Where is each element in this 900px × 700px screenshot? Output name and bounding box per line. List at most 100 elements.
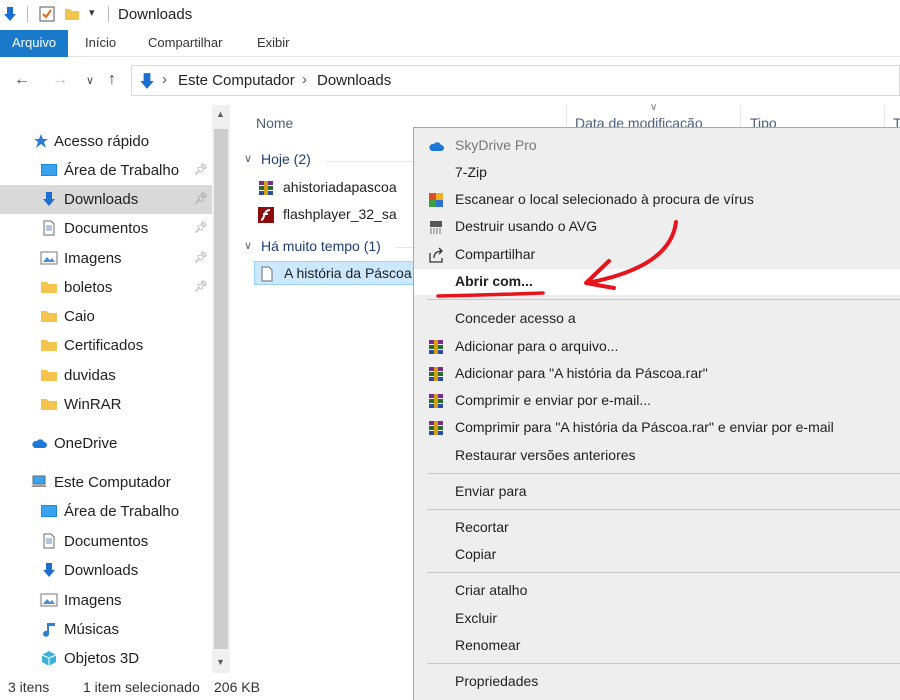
address-bar[interactable]: › Este Computador › Downloads <box>131 65 900 96</box>
column-header-name[interactable]: Nome <box>256 115 293 131</box>
menu-item-scan-virus[interactable]: Escanear o local selecionado à procura d… <box>414 187 900 213</box>
pin-icon[interactable]: 📌︎ <box>194 251 208 264</box>
file-row[interactable]: ahistoriadapascoa <box>254 176 414 200</box>
sidebar-item-certificados[interactable]: Certificados <box>0 331 212 360</box>
sidebar-item-caio[interactable]: Caio <box>0 302 212 331</box>
selection-size: 206 KB <box>214 679 260 695</box>
customize-toolbar-chevron-icon[interactable]: ▾ <box>89 6 95 19</box>
menu-item-compartilhar[interactable]: Compartilhar <box>414 242 900 268</box>
menu-separator <box>427 473 900 474</box>
tab-compartilhar[interactable]: Compartilhar <box>136 30 234 57</box>
back-arrow-icon[interactable]: ← <box>14 71 30 89</box>
sidebar-item-este-computador[interactable]: Este Computador <box>0 468 212 497</box>
properties-checkbox-icon[interactable] <box>39 6 55 22</box>
divider <box>108 6 109 22</box>
sidebar-item-label: Músicas <box>64 621 120 638</box>
computer-icon <box>31 475 47 487</box>
pin-icon[interactable]: 📌︎ <box>194 280 208 293</box>
sidebar-item-imagens-pc[interactable]: Imagens <box>0 586 212 615</box>
sidebar-item-winrar[interactable]: WinRAR <box>0 390 212 419</box>
pin-icon[interactable]: 📌︎ <box>194 192 208 205</box>
desktop-icon <box>41 164 57 176</box>
desktop-icon <box>41 505 57 517</box>
sidebar-item-documentos[interactable]: Documentos 📌︎ <box>0 214 212 243</box>
menu-item-label: Abrir com... <box>455 273 533 289</box>
menu-item-destruir-avg[interactable]: Destruir usando o AVG <box>414 214 900 240</box>
ribbon-tabs: Arquivo Início Compartilhar Exibir <box>0 30 900 57</box>
sidebar-item-label: Certificados <box>64 337 144 354</box>
menu-item-excluir[interactable]: Excluir <box>414 606 900 632</box>
menu-item-comprimir-email[interactable]: Comprimir e enviar por e-mail... <box>414 388 900 414</box>
menu-item-label: Recortar <box>455 519 509 535</box>
group-header-hoje[interactable]: Hoje (2) <box>261 151 311 167</box>
pin-icon[interactable]: 📌︎ <box>194 163 208 176</box>
forward-arrow-icon[interactable]: → <box>52 71 68 89</box>
scroll-down-arrow-icon[interactable]: ▼ <box>216 657 225 667</box>
avg-antivirus-icon <box>429 193 443 207</box>
sidebar-item-label: Downloads <box>64 191 139 208</box>
sidebar-scrollbar[interactable]: ▲ ▼ <box>212 105 230 673</box>
sidebar-item-downloads-pc[interactable]: Downloads <box>0 556 212 585</box>
file-row-selected[interactable]: A história da Páscoa <box>254 261 422 285</box>
up-arrow-icon[interactable]: ↑ <box>108 71 116 89</box>
menu-item-comprimir-rar-email[interactable]: Comprimir para "A história da Páscoa.rar… <box>414 415 900 441</box>
text-file-icon <box>261 266 273 282</box>
menu-item-abrir-com[interactable]: Abrir com... <box>414 269 900 295</box>
winrar-archive-icon <box>259 181 273 195</box>
sidebar-item-onedrive[interactable]: OneDrive <box>0 429 212 458</box>
sidebar-item-objetos-3d[interactable]: Objetos 3D <box>0 644 212 673</box>
tab-exibir[interactable]: Exibir <box>245 30 302 57</box>
file-name: A história da Páscoa <box>284 265 412 281</box>
document-icon <box>43 533 55 549</box>
sidebar-item-documentos-pc[interactable]: Documentos <box>0 527 212 556</box>
sidebar-item-area-de-trabalho-pc[interactable]: Área de Trabalho <box>0 497 212 526</box>
scroll-up-arrow-icon[interactable]: ▲ <box>216 109 225 119</box>
menu-item-label: Compartilhar <box>455 246 536 262</box>
menu-item-criar-atalho[interactable]: Criar atalho <box>414 578 900 604</box>
flash-player-icon <box>258 207 274 223</box>
menu-item-renomear[interactable]: Renomear <box>414 633 900 659</box>
menu-item-propriedades[interactable]: Propriedades <box>414 669 900 695</box>
sidebar-item-musicas[interactable]: Músicas <box>0 615 212 644</box>
pin-icon[interactable]: 📌︎ <box>194 221 208 234</box>
breadcrumb-separator-icon[interactable]: › <box>302 71 307 88</box>
folder-icon <box>41 282 57 293</box>
recent-locations-chevron-icon[interactable]: ∨ <box>86 74 94 87</box>
menu-item-enviar-para[interactable]: Enviar para <box>414 479 900 505</box>
sidebar-item-boletos[interactable]: boletos 📌︎ <box>0 273 212 302</box>
tab-inicio[interactable]: Início <box>73 30 128 57</box>
picture-icon <box>40 593 58 607</box>
sidebar-item-label: duvidas <box>64 367 116 384</box>
download-arrow-icon <box>43 563 55 577</box>
sidebar-item-duvidas[interactable]: duvidas <box>0 361 212 390</box>
tab-arquivo[interactable]: Arquivo <box>0 30 69 57</box>
menu-item-adicionar-rar[interactable]: Adicionar para "A história da Páscoa.rar… <box>414 361 900 387</box>
collapse-chevron-icon[interactable]: ∨ <box>244 239 252 252</box>
menu-item-copiar[interactable]: Copiar <box>414 542 900 568</box>
download-arrow-icon[interactable] <box>2 6 18 22</box>
menu-item-label: Comprimir para "A história da Páscoa.rar… <box>455 419 834 435</box>
menu-item-label: Propriedades <box>455 673 539 689</box>
download-arrow-icon <box>43 192 55 206</box>
sidebar-item-label: Documentos <box>64 220 149 237</box>
menu-item-7zip[interactable]: 7-Zip <box>414 160 900 186</box>
collapse-chevron-icon[interactable]: ∨ <box>244 152 252 165</box>
menu-item-restaurar-versoes[interactable]: Restaurar versões anteriores <box>414 443 900 469</box>
file-row[interactable]: flashplayer_32_sa <box>254 203 414 227</box>
breadcrumb-downloads[interactable]: Downloads <box>317 72 391 89</box>
menu-item-recortar[interactable]: Recortar <box>414 515 900 541</box>
breadcrumb-separator-icon[interactable]: › <box>162 71 167 88</box>
sidebar-item-acesso-rapido[interactable]: Acesso rápido <box>0 127 212 156</box>
menu-item-label: Enviar para <box>455 483 527 499</box>
menu-item-adicionar-arquivo[interactable]: Adicionar para o arquivo... <box>414 334 900 360</box>
new-folder-icon[interactable] <box>64 6 80 22</box>
menu-item-skydrive-pro[interactable]: SkyDrive Pro <box>414 133 900 159</box>
sidebar-item-imagens[interactable]: Imagens 📌︎ <box>0 244 212 273</box>
menu-item-conceder-acesso[interactable]: Conceder acesso a <box>414 306 900 332</box>
sidebar-item-downloads[interactable]: Downloads 📌︎ <box>0 185 212 214</box>
group-header-ha-muito-tempo[interactable]: Há muito tempo (1) <box>261 238 381 254</box>
breadcrumb-este-computador[interactable]: Este Computador <box>178 72 295 89</box>
folder-icon <box>41 311 57 322</box>
scroll-thumb[interactable] <box>214 129 228 649</box>
sidebar-item-area-de-trabalho[interactable]: Área de Trabalho 📌︎ <box>0 156 212 185</box>
